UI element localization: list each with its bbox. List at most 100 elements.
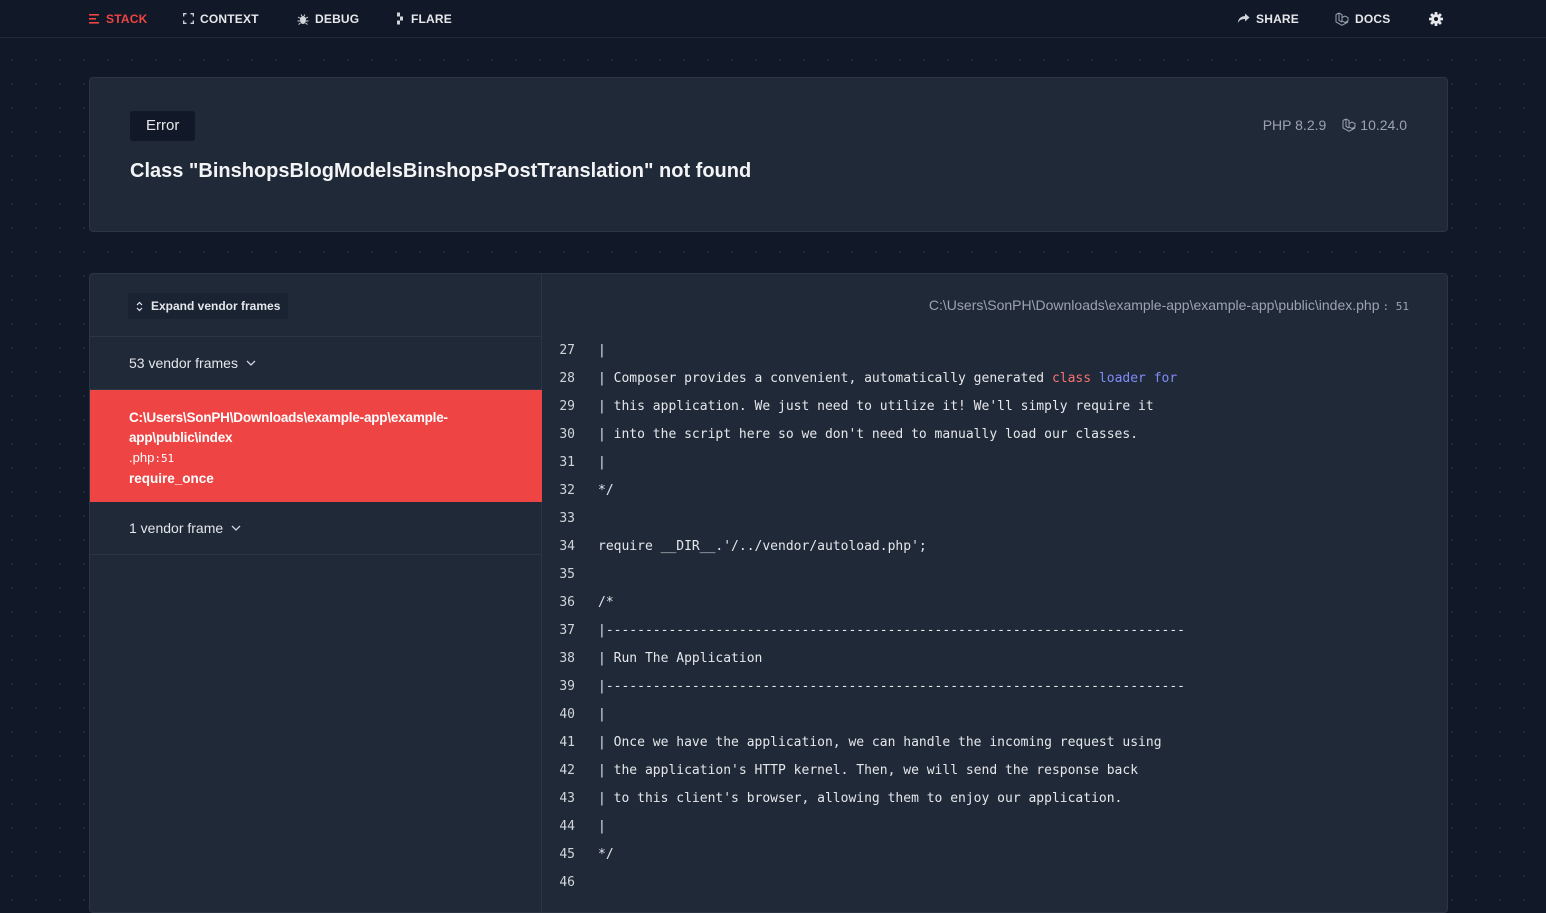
selected-frame[interactable]: C:\Users\SonPH\Downloads\example-app\exa… — [90, 390, 542, 502]
share-label: SHARE — [1256, 11, 1300, 26]
line-text: | this application. We just need to util… — [598, 399, 1154, 414]
line-text: | Composer provides a convenient, automa… — [598, 365, 1177, 393]
line-text: | — [598, 343, 606, 358]
line-number: 36 — [559, 595, 575, 610]
line-text: */ — [598, 483, 614, 498]
code-line[interactable]: 46 — [542, 869, 1447, 897]
expand-row: Expand vendor frames — [90, 274, 542, 337]
chevron-down-icon — [231, 525, 241, 531]
code-line[interactable]: 42 | the application's HTTP kernel. Then,… — [542, 757, 1447, 785]
tab-debug[interactable]: DEBUG — [297, 0, 359, 37]
laravel-version: 10.24.0 — [1360, 117, 1407, 133]
laravel-icon — [1335, 11, 1349, 26]
code-line[interactable]: 30 | into the script here so we don't nee… — [542, 421, 1447, 449]
line-number: 44 — [559, 819, 575, 834]
line-text: | into the script here so we don't need … — [598, 427, 1139, 442]
line-text: | the application's HTTP kernel. Then, w… — [598, 763, 1139, 778]
code-lines: 27 | 28 | Composer provides a convenient, … — [542, 337, 1447, 897]
expand-icon — [183, 13, 194, 24]
tab-flare[interactable]: FLARE — [396, 0, 452, 37]
line-text: | Run The Application — [598, 651, 763, 666]
chevron-up-down-icon — [136, 301, 143, 311]
code-line[interactable]: 43 | to this client's browser, allowing t… — [542, 785, 1447, 813]
code-line[interactable]: 29 | this application. We just need to ut… — [542, 393, 1447, 421]
error-message: Class "BinshopsBlogModelsBinshopsPostTra… — [130, 160, 752, 182]
line-text: | to this client's browser, allowing the… — [598, 791, 1123, 806]
line-number: 28 — [559, 371, 575, 386]
frames-list: Expand vendor frames 53 vendor frames C:… — [90, 274, 542, 912]
frame-file-line: .php:51 — [129, 448, 482, 469]
line-number: 41 — [559, 735, 575, 750]
line-number: 35 — [559, 567, 575, 582]
line-number: 37 — [559, 623, 575, 638]
code-line[interactable]: 41 | Once we have the application, we can… — [542, 729, 1447, 757]
php-version: PHP 8.2.9 — [1262, 117, 1327, 133]
code-line[interactable]: 44 | — [542, 813, 1447, 841]
tab-flare-label: FLARE — [411, 11, 452, 26]
line-text: */ — [598, 847, 614, 862]
code-line[interactable]: 36 /* — [542, 589, 1447, 617]
share-button[interactable]: SHARE — [1237, 0, 1299, 37]
vendor-frames-count: 53 vendor frames — [129, 355, 238, 371]
tab-context-label: CONTEXT — [200, 11, 259, 26]
frame-path-line2: app\public\index — [129, 430, 233, 445]
vendor-frame-group[interactable]: 1 vendor frame — [90, 502, 542, 555]
line-text: | Once we have the application, we can h… — [598, 735, 1162, 750]
code-comment-text: loader for — [1091, 371, 1178, 386]
line-number: 42 — [559, 763, 575, 778]
file-path-line-number: 51 — [1395, 300, 1409, 313]
code-line[interactable]: 32 */ — [542, 477, 1447, 505]
settings-button[interactable] — [1429, 0, 1449, 37]
expand-vendor-frames-button[interactable]: Expand vendor frames — [128, 293, 289, 319]
code-keyword: class — [1051, 371, 1092, 386]
tab-context[interactable]: CONTEXT — [183, 0, 259, 37]
code-line[interactable]: 37 |-------------------------------------… — [542, 617, 1447, 645]
top-nav: STACK CONTEXT DEBUG FLARE SHARE DOCS — [0, 0, 1546, 38]
line-number: 30 — [559, 427, 575, 442]
code-line[interactable]: 33 — [542, 505, 1447, 533]
file-path[interactable]: C:\Users\SonPH\Downloads\example-app\exa… — [929, 297, 1409, 313]
code-line[interactable]: 27 | — [542, 337, 1447, 365]
line-number: 27 — [559, 343, 575, 358]
line-text: | — [598, 455, 606, 470]
frame-line-number: 51 — [160, 452, 175, 465]
vendor-frames-group[interactable]: 53 vendor frames — [90, 337, 542, 390]
tab-stack-label: STACK — [106, 11, 148, 26]
code-line[interactable]: 34 require __DIR__.'/../vendor/autoload.p… — [542, 533, 1447, 561]
docs-link[interactable]: DOCS — [1335, 0, 1390, 37]
gear-icon — [1429, 11, 1443, 26]
code-line[interactable]: 39 |-------------------------------------… — [542, 673, 1447, 701]
code-comment-text: | Composer provides a convenient, automa… — [598, 371, 1052, 386]
laravel-version-wrap: 10.24.0 — [1342, 117, 1407, 133]
flare-icon — [397, 12, 403, 25]
expand-vendor-frames-label: Expand vendor frames — [151, 299, 281, 313]
line-number: 43 — [559, 791, 575, 806]
tab-debug-label: DEBUG — [315, 11, 360, 26]
line-number: 40 — [559, 707, 575, 722]
code-line[interactable]: 38 | Run The Application — [542, 645, 1447, 673]
line-number: 46 — [559, 875, 575, 890]
error-type-badge: Error — [130, 111, 196, 141]
line-number: 32 — [559, 483, 575, 498]
line-text: /* — [598, 595, 614, 610]
chevron-down-icon — [246, 360, 256, 366]
line-number: 39 — [559, 679, 575, 694]
file-path-text: C:\Users\SonPH\Downloads\example-app\exa… — [928, 297, 1380, 313]
frame-ext: .php — [129, 450, 155, 465]
share-arrow-icon — [1237, 13, 1250, 23]
tab-stack[interactable]: STACK — [89, 0, 147, 37]
code-line[interactable]: 40 | — [542, 701, 1447, 729]
code-line[interactable]: 31 | — [542, 449, 1447, 477]
frame-line-sep: : — [154, 452, 161, 465]
code-viewer: C:\Users\SonPH\Downloads\example-app\exa… — [542, 274, 1447, 912]
line-text: | — [598, 707, 606, 722]
code-line[interactable]: 28 | Composer provides a convenient, auto… — [542, 365, 1447, 393]
line-number: 38 — [559, 651, 575, 666]
vendor-frame-count: 1 vendor frame — [129, 520, 224, 536]
code-line[interactable]: 35 — [542, 561, 1447, 589]
line-number: 31 — [559, 455, 575, 470]
code-line[interactable]: 45 */ — [542, 841, 1447, 869]
line-text: | — [598, 819, 606, 834]
frame-method: require_once — [129, 471, 214, 486]
frame-path-line1: C:\Users\SonPH\Downloads\example-app\exa… — [129, 410, 448, 425]
